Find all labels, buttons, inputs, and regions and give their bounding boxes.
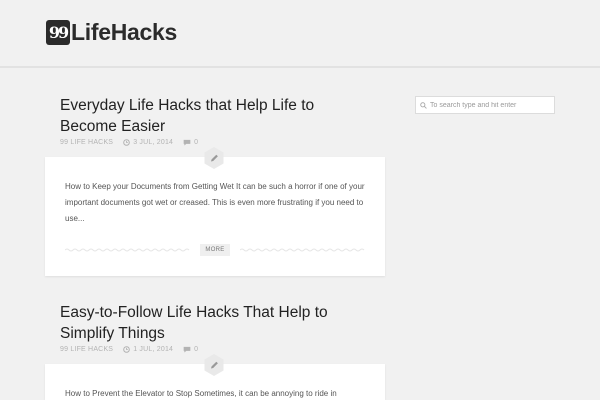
post-date: 1 JUL, 2014 — [123, 346, 173, 353]
comment-count: 0 — [194, 346, 199, 353]
logo-mark: 99 — [46, 20, 70, 45]
post-format-badge — [204, 354, 224, 376]
post-format-badge — [204, 147, 224, 169]
date-label: 1 JUL, 2014 — [133, 346, 174, 353]
post-author[interactable]: 99 LIFE HACKS — [60, 346, 113, 353]
post-comments[interactable]: 0 — [183, 346, 198, 353]
more-button[interactable]: MORE — [200, 244, 230, 256]
date-label: 3 JUL, 2014 — [133, 139, 174, 146]
post-title[interactable]: Easy-to-Follow Life Hacks That Help to S… — [60, 302, 370, 344]
post-excerpt: How to Keep your Documents from Getting … — [65, 182, 365, 223]
comment-count: 0 — [194, 139, 199, 146]
post-excerpt: How to Prevent the Elevator to Stop Some… — [65, 389, 337, 398]
author-label: 99 LIFE HACKS — [60, 139, 114, 146]
site-header: 99 LifeHacks — [0, 0, 600, 68]
clock-icon — [123, 346, 130, 353]
post-meta: 99 LIFE HACKS 1 JUL, 2014 0 — [60, 346, 198, 353]
search-box[interactable] — [415, 96, 555, 114]
comment-icon — [183, 139, 191, 146]
search-icon — [420, 101, 427, 109]
author-label: 99 LIFE HACKS — [60, 346, 114, 353]
post-meta: 99 LIFE HACKS 3 JUL, 2014 0 — [60, 139, 198, 146]
site-name: LifeHacks — [71, 19, 177, 45]
post-comments[interactable]: 0 — [183, 139, 198, 146]
post-card: How to Keep your Documents from Getting … — [45, 157, 385, 276]
site-logo[interactable]: 99 LifeHacks — [46, 19, 177, 46]
search-input[interactable] — [430, 101, 550, 109]
post-title[interactable]: Everyday Life Hacks that Help Life to Be… — [60, 95, 370, 137]
clock-icon — [123, 139, 130, 146]
post-author[interactable]: 99 LIFE HACKS — [60, 139, 113, 146]
wavy-divider-left — [65, 248, 190, 252]
wavy-divider-right — [240, 248, 365, 252]
post-date: 3 JUL, 2014 — [123, 139, 173, 146]
comment-icon — [183, 346, 191, 353]
